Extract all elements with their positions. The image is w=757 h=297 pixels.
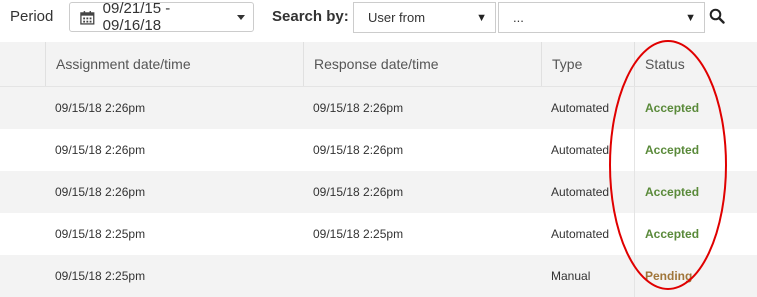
type-cell: Automated — [551, 185, 610, 199]
assignment-cell: 09/15/18 2:26pm — [55, 101, 146, 115]
table-header-row: Assignment date/time Response date/time … — [0, 42, 757, 87]
header-type[interactable]: Type — [541, 42, 634, 86]
dropdown-arrow-icon: ▼ — [685, 11, 696, 24]
search-field-value: User from — [368, 10, 426, 25]
header-spacer — [0, 42, 45, 86]
table-body: 09/15/18 2:26pm 09/15/18 2:26pm Automate… — [0, 87, 757, 297]
status-badge: Accepted — [634, 213, 757, 255]
header-status[interactable]: Status — [634, 42, 757, 86]
filter-bar: Period 09/21/15 - 09/16/18 Search by: Us… — [0, 0, 757, 42]
table-row[interactable]: 09/15/18 2:26pm 09/15/18 2:26pm Automate… — [0, 129, 757, 171]
status-badge: Accepted — [634, 129, 757, 171]
search-icon[interactable] — [709, 8, 725, 24]
row-spacer — [0, 171, 45, 213]
row-spacer — [0, 213, 45, 255]
header-response[interactable]: Response date/time — [303, 42, 541, 86]
period-label: Period — [10, 8, 54, 25]
calendar-icon — [80, 10, 95, 25]
table-row[interactable]: 09/15/18 2:25pm 09/15/18 2:25pm Automate… — [0, 213, 757, 255]
assignment-cell: 09/15/18 2:26pm — [55, 185, 146, 199]
assignment-cell: 09/15/18 2:25pm — [55, 227, 146, 241]
type-cell: Automated — [551, 101, 610, 115]
date-range-value: 09/21/15 - 09/16/18 — [102, 0, 171, 34]
status-badge: Accepted — [634, 87, 757, 129]
table-row[interactable]: 09/15/18 2:26pm 09/15/18 2:26pm Automate… — [0, 171, 757, 213]
search-field-select[interactable]: User from ▼ — [353, 2, 496, 33]
search-value-text: ... — [513, 10, 524, 25]
response-cell: 09/15/18 2:26pm — [313, 185, 404, 199]
search-value-select[interactable]: ... ▼ — [498, 2, 705, 33]
row-spacer — [0, 87, 45, 129]
header-assignment[interactable]: Assignment date/time — [45, 42, 303, 86]
response-cell: 09/15/18 2:26pm — [313, 143, 404, 157]
dropdown-arrow-icon: ▼ — [476, 11, 487, 24]
date-range-picker[interactable]: 09/21/15 - 09/16/18 — [69, 0, 254, 34]
type-cell: Automated — [551, 227, 610, 241]
search-by-label: Search by: — [272, 8, 349, 25]
table-row[interactable]: 09/15/18 2:26pm 09/15/18 2:26pm Automate… — [0, 87, 757, 129]
response-cell: 09/15/18 2:26pm — [313, 101, 404, 115]
response-cell: 09/15/18 2:25pm — [313, 227, 404, 241]
type-cell: Automated — [551, 143, 610, 157]
caret-down-icon — [237, 14, 245, 20]
assignments-table: Assignment date/time Response date/time … — [0, 42, 757, 297]
assignment-cell: 09/15/18 2:26pm — [55, 143, 146, 157]
status-badge: Accepted — [634, 171, 757, 213]
row-spacer — [0, 129, 45, 171]
